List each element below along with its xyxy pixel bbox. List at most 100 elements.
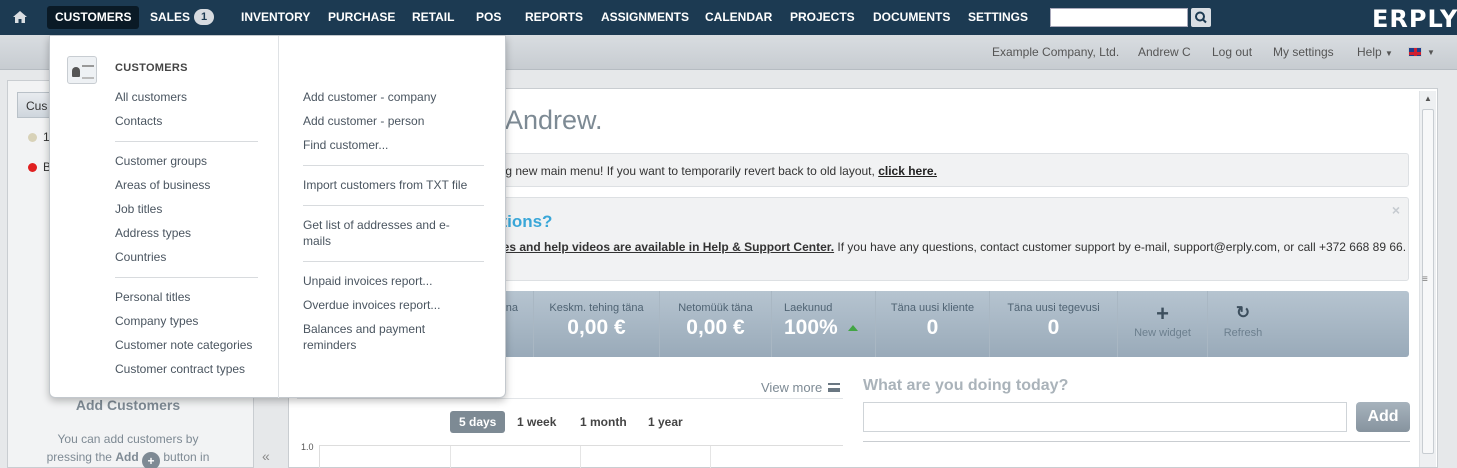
view-more-label: View more xyxy=(761,380,823,395)
nav-assignments[interactable]: ASSIGNMENTS xyxy=(593,6,697,29)
nav-retail[interactable]: RETAIL xyxy=(404,6,462,29)
my-settings-link[interactable]: My settings xyxy=(1273,45,1334,59)
menu-separator xyxy=(115,141,258,142)
nav-customers[interactable]: CUSTOMERS xyxy=(47,6,140,29)
widget-label: Keskm. tehing täna xyxy=(549,302,644,314)
help-menu[interactable]: Help ▼ xyxy=(1357,45,1393,59)
refresh-label: Refresh xyxy=(1223,327,1263,339)
status-prompt: What are you doing today? xyxy=(863,377,1069,394)
range-1-year[interactable]: 1 year xyxy=(639,411,692,433)
hint-line-2a: pressing the xyxy=(46,450,112,464)
global-search-input[interactable] xyxy=(1050,8,1188,27)
widget-value: 0,00 € xyxy=(686,316,745,339)
user-name[interactable]: Andrew C xyxy=(1138,45,1191,59)
chart-gridline xyxy=(580,446,581,468)
list-item[interactable]: B xyxy=(28,160,51,174)
menu-item-countries[interactable]: Countries xyxy=(115,249,166,265)
nav-pos[interactable]: POS xyxy=(468,6,509,29)
plus-icon: + xyxy=(1156,301,1169,326)
menu-item-overdue-invoices[interactable]: Overdue invoices report... xyxy=(303,297,440,313)
menu-separator xyxy=(303,205,484,206)
menu-item-all-customers[interactable]: All customers xyxy=(115,89,187,105)
person-icon xyxy=(72,67,80,77)
menu-item-customer-contract-types[interactable]: Customer contract types xyxy=(115,361,245,377)
menu-item-customer-note-categories[interactable]: Customer note categories xyxy=(115,337,252,353)
menu-separator xyxy=(303,261,484,262)
menu-item-contacts[interactable]: Contacts xyxy=(115,113,162,129)
revert-layout-link[interactable]: click here. xyxy=(878,164,937,178)
list-item[interactable]: 1 xyxy=(28,130,50,144)
trend-up-icon xyxy=(847,325,858,331)
menu-item-personal-titles[interactable]: Personal titles xyxy=(115,289,190,305)
sales-chart xyxy=(319,445,843,468)
range-1-month[interactable]: 1 month xyxy=(571,411,636,433)
widget-label: Netomüük täna xyxy=(678,302,753,314)
close-icon[interactable]: × xyxy=(1392,202,1400,218)
widget-collected[interactable]: Laekunud 100% xyxy=(772,291,876,357)
menu-item-add-customer-company[interactable]: Add customer - company xyxy=(303,89,436,105)
range-5-days[interactable]: 5 days xyxy=(450,411,506,433)
nav-documents[interactable]: DOCUMENTS xyxy=(865,6,958,29)
nav-sales[interactable]: SALES 1 xyxy=(142,6,222,29)
menu-icon xyxy=(828,383,841,392)
view-more-link[interactable]: View more xyxy=(761,380,841,395)
chart-header-divider xyxy=(297,398,843,399)
nav-reports[interactable]: REPORTS xyxy=(517,6,591,29)
search-icon xyxy=(1195,11,1207,24)
nav-settings[interactable]: SETTINGS xyxy=(960,6,1036,29)
search-button[interactable] xyxy=(1191,8,1211,27)
hint-line-2b: button in xyxy=(163,450,210,464)
menu-item-areas-of-business[interactable]: Areas of business xyxy=(115,177,210,193)
status-divider xyxy=(863,441,1410,442)
menu-item-job-titles[interactable]: Job titles xyxy=(115,201,162,217)
widget-new-activities[interactable]: Täna uusi tegevusi 0 xyxy=(990,291,1118,357)
menu-item-address-list[interactable]: Get list of addresses and e-mails xyxy=(303,217,463,249)
widget-average-transaction[interactable]: Keskm. tehing täna 0,00 € xyxy=(534,291,660,357)
menu-separator xyxy=(303,165,484,166)
widget-net-sales[interactable]: Netomüük täna 0,00 € xyxy=(660,291,772,357)
add-customers-hint: You can add customers by pressing the Ad… xyxy=(38,430,218,468)
menu-item-import-customers[interactable]: Import customers from TXT file xyxy=(303,177,467,193)
widget-value: 0 xyxy=(1047,316,1060,339)
sales-count-badge: 1 xyxy=(194,9,215,25)
menu-item-customer-groups[interactable]: Customer groups xyxy=(115,153,207,169)
status-input[interactable] xyxy=(863,402,1347,432)
menu-item-address-types[interactable]: Address types xyxy=(115,225,191,241)
home-icon[interactable] xyxy=(12,9,28,25)
collapse-panel-icon[interactable]: « xyxy=(262,448,278,468)
nav-sales-label: SALES xyxy=(150,10,191,24)
menu-separator xyxy=(115,277,258,278)
menu-item-balances-reminders[interactable]: Balances and payment reminders xyxy=(303,321,453,353)
customer-card-icon xyxy=(67,56,97,84)
menu-item-unpaid-invoices[interactable]: Unpaid invoices report... xyxy=(303,273,432,289)
nav-projects[interactable]: PROJECTS xyxy=(782,6,863,29)
scroll-up-icon[interactable]: ▲ xyxy=(1424,94,1432,103)
help-text: ides and help videos are available in He… xyxy=(492,240,1406,254)
uk-flag-icon[interactable] xyxy=(1408,47,1422,57)
chevron-down-icon[interactable]: ▼ xyxy=(1427,48,1435,57)
chevron-down-icon: ▼ xyxy=(1385,49,1393,58)
nav-calendar[interactable]: CALENDAR xyxy=(697,6,780,29)
vertical-scrollbar[interactable]: ▲ ≡ xyxy=(1419,91,1436,467)
widget-label: Täna uusi tegevusi xyxy=(1007,302,1100,314)
new-widget-button[interactable]: + New widget xyxy=(1118,291,1208,357)
range-1-week[interactable]: 1 week xyxy=(508,411,565,433)
nav-purchase[interactable]: PURCHASE xyxy=(320,6,403,29)
column-divider xyxy=(278,36,279,398)
help-label: Help xyxy=(1357,45,1382,59)
company-name[interactable]: Example Company, Ltd. xyxy=(992,45,1119,59)
menu-item-find-customer[interactable]: Find customer... xyxy=(303,137,388,153)
erply-logo: ERPLY xyxy=(1372,5,1457,33)
refresh-button[interactable]: ↻ Refresh xyxy=(1208,291,1278,357)
notice-message: sing new main menu! If you want to tempo… xyxy=(490,164,875,178)
help-center-link[interactable]: ides and help videos are available in He… xyxy=(492,240,834,254)
chart-y-tick: 1.0 xyxy=(301,442,314,452)
widget-label: Täna uusi kliente xyxy=(890,302,975,314)
menu-item-add-customer-person[interactable]: Add customer - person xyxy=(303,113,424,129)
menu-item-company-types[interactable]: Company types xyxy=(115,313,198,329)
nav-inventory[interactable]: INVENTORY xyxy=(233,6,318,29)
logout-link[interactable]: Log out xyxy=(1212,45,1252,59)
widget-new-customers[interactable]: Täna uusi kliente 0 xyxy=(876,291,990,357)
hint-line-1: You can add customers by xyxy=(57,432,199,446)
add-status-button[interactable]: Add xyxy=(1356,402,1410,432)
